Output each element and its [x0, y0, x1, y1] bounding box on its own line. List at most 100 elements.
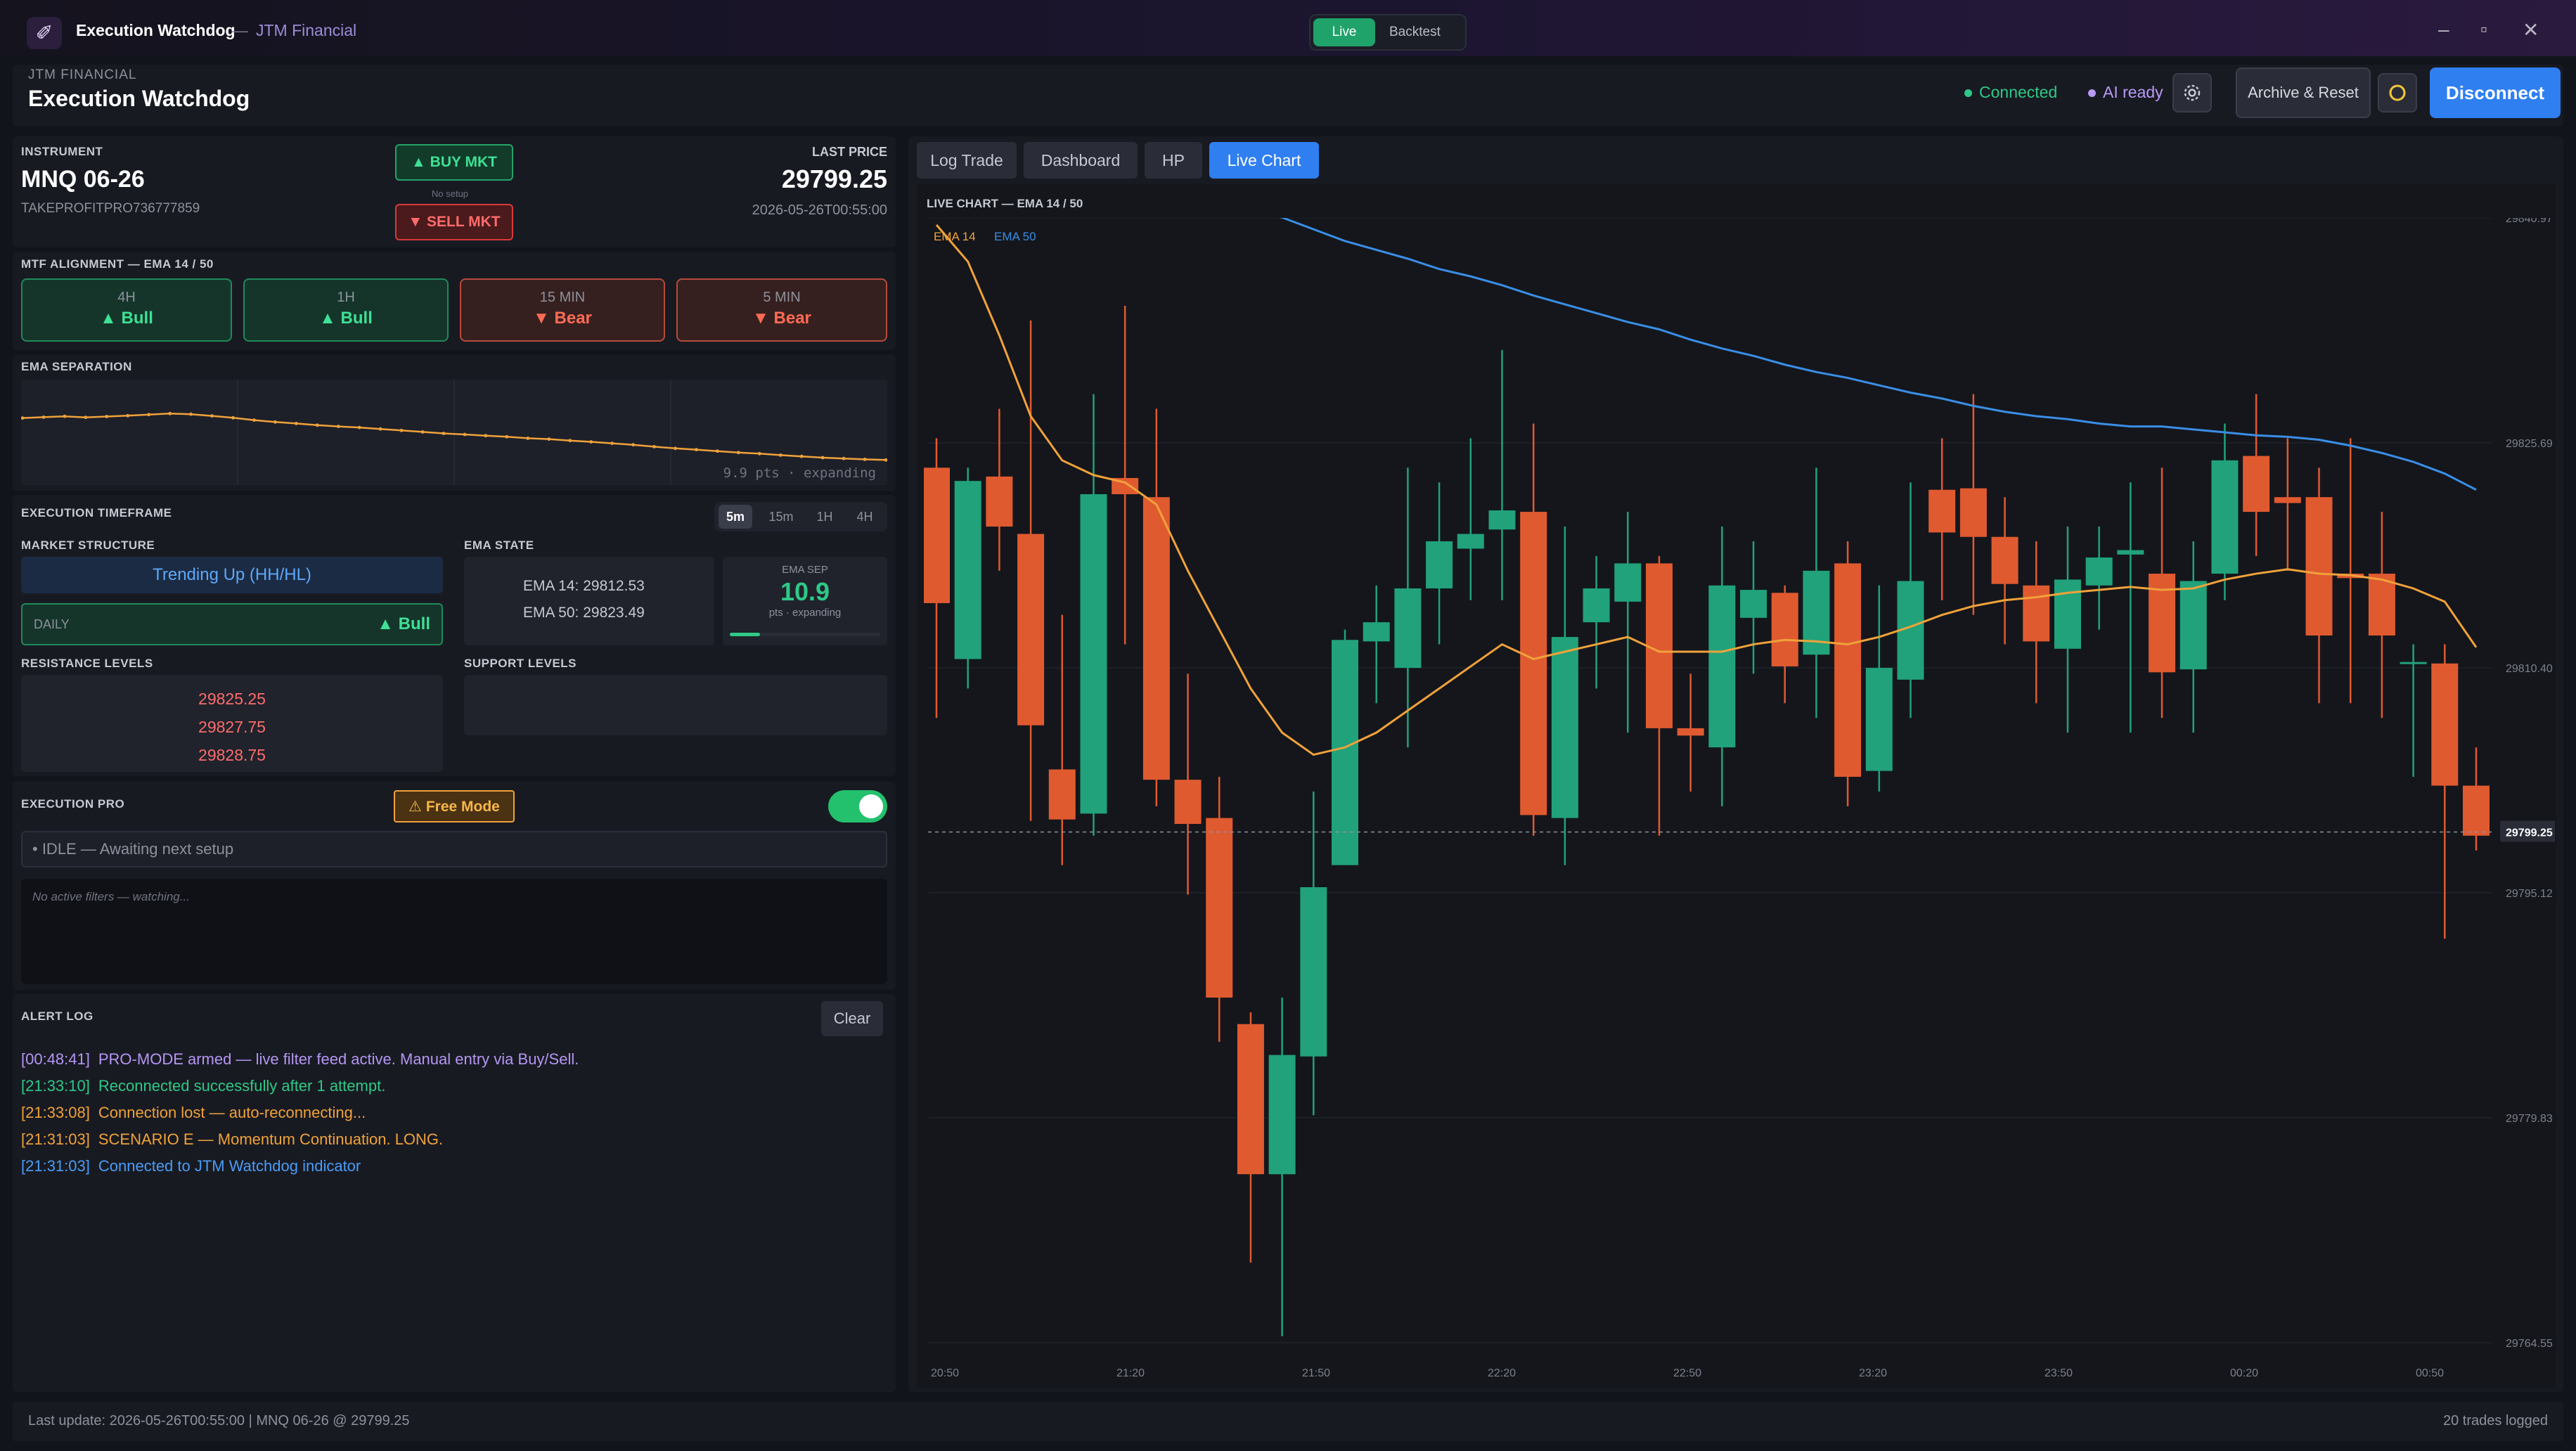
- tab-hp[interactable]: HP: [1145, 142, 1202, 179]
- ema-sep-progress-fill: [730, 633, 760, 636]
- ema-separation-point: [631, 443, 635, 447]
- minimize-icon[interactable]: –: [2438, 18, 2449, 41]
- ema-separation-point: [884, 458, 888, 462]
- log-timestamp: [00:48:41]: [21, 1050, 90, 1068]
- candle-body: [924, 467, 950, 603]
- execution-pro-label: EXECUTION PRO: [21, 797, 125, 811]
- tf-option-5m[interactable]: 5m: [719, 505, 752, 529]
- archive-reset-button[interactable]: Archive & Reset: [2236, 67, 2371, 118]
- free-mode-badge[interactable]: ⚠ Free Mode: [394, 790, 515, 823]
- ema-separation-point: [547, 437, 551, 441]
- log-message: Connection lost — auto-reconnecting...: [98, 1104, 366, 1121]
- tab-live-chart[interactable]: Live Chart: [1209, 142, 1319, 179]
- status-dot-icon: [2088, 89, 2096, 98]
- x-tick-label: 00:50: [2416, 1367, 2444, 1379]
- tf-option-4h[interactable]: 4H: [848, 505, 882, 529]
- close-icon[interactable]: ✕: [2523, 18, 2539, 41]
- ema-separation-point: [505, 434, 509, 439]
- log-message: SCENARIO E — Momentum Continuation. LONG…: [98, 1130, 444, 1148]
- legend-ema14: EMA 14: [934, 230, 976, 243]
- ai-status-label: AI ready: [2103, 83, 2163, 101]
- mode-live-button[interactable]: Live: [1313, 18, 1375, 46]
- mtf-card-direction: ▼ Bear: [752, 309, 811, 328]
- ema-sep-card-label: EMA SEP: [782, 564, 828, 576]
- ema-separation-point: [84, 415, 88, 420]
- execution-status-field: • IDLE — Awaiting next setup: [21, 831, 887, 868]
- candle-body: [1174, 780, 1202, 824]
- ema-separation-point: [526, 437, 530, 440]
- log-message: Reconnected successfully after 1 attempt…: [98, 1077, 386, 1095]
- log-timestamp: [21:33:10]: [21, 1077, 90, 1095]
- x-tick-label: 21:50: [1302, 1367, 1330, 1379]
- execution-pro-toggle[interactable]: [828, 790, 887, 823]
- maximize-icon[interactable]: ▫: [2480, 18, 2487, 41]
- log-entry: [21:31:03] SCENARIO E — Momentum Continua…: [21, 1130, 443, 1149]
- theme-toggle-button[interactable]: [2378, 73, 2417, 112]
- ema-separation-point: [736, 451, 740, 455]
- setup-status: No setup: [432, 188, 469, 199]
- mtf-card-timeframe: 4H: [117, 290, 136, 305]
- resistance-level: 29828.75: [198, 746, 266, 764]
- x-tick-label: 22:20: [1488, 1367, 1516, 1379]
- candle-body: [1206, 818, 1233, 998]
- ema-separation-point: [126, 413, 130, 418]
- settings-button[interactable]: [2172, 73, 2212, 112]
- ema-separation-point: [420, 430, 425, 434]
- mode-backtest-button[interactable]: Backtest: [1375, 18, 1455, 46]
- ema-separation-point: [273, 420, 277, 424]
- ema-separation-point: [378, 427, 382, 431]
- last-price-tag-label: 29799.25: [2506, 827, 2553, 839]
- y-tick-label: 29764.55: [2506, 1338, 2553, 1350]
- window-company: JTM Financial: [256, 21, 357, 39]
- tab-dashboard[interactable]: Dashboard: [1024, 142, 1138, 179]
- toggle-knob: [859, 794, 883, 818]
- execution-timeframe-label: EXECUTION TIMEFRAME: [21, 506, 172, 520]
- ema-separation-point: [652, 445, 656, 449]
- log-timestamp: [21:31:03]: [21, 1130, 90, 1148]
- legend-ema50: EMA 50: [994, 230, 1036, 243]
- tab-log-trade[interactable]: Log Trade: [917, 142, 1017, 179]
- candle-body: [2054, 579, 2081, 649]
- disconnect-button[interactable]: Disconnect: [2430, 67, 2561, 118]
- mtf-card-direction: ▲ Bull: [100, 309, 153, 328]
- candle-body: [1268, 1055, 1296, 1175]
- buy-market-button[interactable]: ▲ BUY MKT: [395, 144, 513, 181]
- candlestick-chart[interactable]: 29840.97 29825.69 29810.40 29795.12 29779.83…: [924, 218, 2555, 1385]
- candle-body: [1457, 534, 1484, 549]
- filters-status: No active filters — watching...: [32, 890, 190, 903]
- log-timestamp: [21:33:08]: [21, 1104, 90, 1121]
- ema-separation-point: [20, 416, 25, 420]
- x-tick-label: 22:50: [1673, 1367, 1701, 1379]
- ema-separation-point: [210, 414, 214, 418]
- mtf-card-direction: ▲ Bull: [319, 309, 373, 328]
- sell-market-button[interactable]: ▼ SELL MKT: [395, 204, 513, 240]
- ema-separation-point: [715, 449, 719, 453]
- log-entry: [21:33:10] Reconnected successfully after…: [21, 1077, 385, 1095]
- ema-separation-point: [315, 423, 319, 427]
- clear-log-button[interactable]: Clear: [821, 1001, 883, 1036]
- daily-label: DAILY: [34, 617, 70, 631]
- candle-body: [1394, 588, 1422, 669]
- log-entry: [21:31:03] Connected to JTM Watchdog indi…: [21, 1157, 361, 1175]
- mtf-card-4h: 4H ▲ Bull: [21, 278, 232, 342]
- tf-option-1h[interactable]: 1H: [809, 505, 841, 529]
- ema-separation-point: [820, 456, 825, 460]
- candle-body: [2211, 460, 2239, 574]
- ema-separation-point: [105, 415, 109, 418]
- candle-body: [954, 481, 981, 659]
- x-tick-label: 20:50: [931, 1367, 959, 1379]
- ema-separation-point: [757, 451, 761, 456]
- resistance-list: 29825.25 29827.75 29828.75: [21, 675, 443, 772]
- app-header: JTM FINANCIAL Execution Watchdog Connect…: [13, 65, 2563, 127]
- candle-body: [1426, 541, 1453, 588]
- tf-option-15m[interactable]: 15m: [762, 505, 800, 529]
- candle-body: [1771, 593, 1798, 666]
- ema-separation-point: [589, 440, 593, 444]
- circle-icon: [2389, 84, 2406, 101]
- chart-title: LIVE CHART — EMA 14 / 50: [927, 197, 1083, 210]
- status-bar: Last update: 2026-05-26T00:55:00 | MNQ 0…: [13, 1402, 2563, 1441]
- window-title: Execution Watchdog: [76, 21, 236, 39]
- candle-body: [1520, 512, 1547, 815]
- ema-separation-point: [41, 415, 46, 419]
- status-dot-icon: [1964, 89, 1972, 98]
